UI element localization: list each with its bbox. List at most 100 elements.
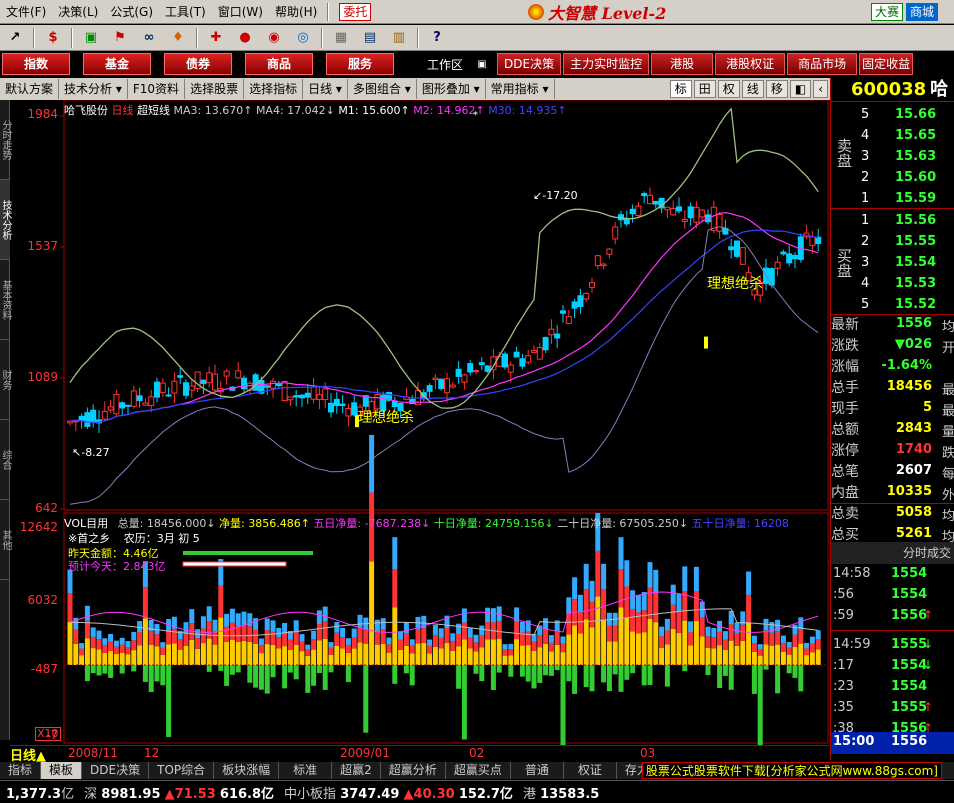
volume-bar (96, 649, 102, 665)
globe-icon[interactable]: ◎ (292, 28, 314, 48)
buy-price[interactable]: 15.55 (895, 231, 936, 252)
move-toggle[interactable]: 移 (765, 80, 788, 98)
volume-bar (421, 642, 427, 665)
dasai-button[interactable]: 大赛 (871, 3, 904, 21)
volume-bar (815, 630, 821, 640)
volume-bar (432, 624, 438, 635)
volume-bar (688, 632, 694, 646)
pin-icon[interactable]: ✚ (205, 28, 227, 48)
nav-fund[interactable]: 基金 (83, 53, 151, 75)
nav-fixed-income[interactable]: 固定收益 (859, 53, 914, 75)
circle-icon[interactable]: ◉ (263, 28, 285, 48)
volume-bar-negative (84, 665, 90, 682)
alert-icon[interactable]: ♦ (167, 28, 189, 48)
mark-toggle[interactable]: 标 (669, 80, 692, 98)
volume-bar (224, 626, 230, 642)
buy-price[interactable]: 15.52 (895, 294, 936, 315)
select-indicator-button[interactable]: 选择指标 (244, 79, 304, 99)
flag-icon[interactable]: ⚑ (109, 28, 131, 48)
chart-area[interactable]: * 哈飞股份 日线 超短线 MA3: 13.670↑ MA4: 17.042↓ … (10, 100, 829, 760)
btab-standard[interactable]: 标准 (279, 762, 333, 779)
menu-file[interactable]: 文件(F) (0, 1, 52, 23)
candle-body (351, 402, 358, 416)
workspace-dropdown-icon[interactable]: ▣ (475, 54, 489, 74)
books-icon[interactable]: ▥ (388, 28, 410, 48)
btab-chaoying-buy[interactable]: 超赢买点 (446, 762, 511, 779)
overlay-menu[interactable]: 图形叠加 ▾ (417, 79, 486, 99)
nav-commodity-market[interactable]: 商品市场 (787, 53, 858, 75)
x10-badge[interactable]: X10 (35, 727, 61, 741)
m2-value: M2: 14.962↑ (413, 104, 485, 117)
candle-body (647, 194, 653, 205)
sell-price[interactable]: 15.59 (895, 188, 936, 209)
promo-banner[interactable]: 股票公式股票软件下载[分析家公式网www.88gs.com] (641, 762, 942, 779)
stat-label: 现手 (831, 401, 859, 417)
buy-price[interactable]: 15.53 (895, 273, 936, 294)
rights-toggle[interactable]: 权 (717, 80, 740, 98)
nav-bond[interactable]: 债券 (164, 53, 232, 75)
btab-dde[interactable]: DDE决策 (82, 762, 150, 779)
nav-dde[interactable]: DDE决策 (497, 53, 562, 75)
menu-decision[interactable]: 决策(L) (52, 1, 104, 23)
board-icon[interactable]: ▣ (80, 28, 102, 48)
volume-bar (508, 649, 514, 656)
binoculars-icon[interactable]: ∞ (138, 28, 160, 48)
common-indicator-menu[interactable]: 常用指标 ▾ (486, 79, 555, 99)
nav-toggle[interactable]: ‹ (813, 80, 828, 98)
btab-warrant[interactable]: 权证 (564, 762, 617, 779)
volume-bar (467, 628, 473, 638)
menu-tools[interactable]: 工具(T) (159, 1, 212, 23)
sai-icon[interactable]: ● (234, 28, 256, 48)
period-menu[interactable]: 日线 ▾ (303, 79, 348, 99)
candle-body (84, 412, 91, 427)
weituo-button[interactable]: 委托 (339, 2, 372, 21)
ticks-title[interactable]: 分时成交 (831, 542, 954, 564)
buy-price[interactable]: 15.54 (895, 252, 936, 273)
sell-price[interactable]: 15.65 (895, 125, 936, 146)
default-scheme[interactable]: 默认方案 (0, 79, 60, 99)
nav-commodity[interactable]: 商品 (245, 53, 313, 75)
f10-button[interactable]: F10资料 (128, 79, 186, 99)
menu-formula[interactable]: 公式(G) (104, 1, 159, 23)
select-stock-button[interactable]: 选择股票 (185, 79, 245, 99)
sell-price[interactable]: 15.60 (895, 167, 936, 188)
volume-bar (427, 653, 433, 665)
volume-bar (131, 640, 137, 651)
btab-sector[interactable]: 板块涨幅 (214, 762, 280, 779)
volume-bar (780, 642, 786, 652)
multi-chart-menu[interactable]: 多图组合 ▾ (348, 79, 417, 99)
line-toggle[interactable]: 线 (741, 80, 764, 98)
cursor-icon[interactable]: ↗ (4, 28, 26, 48)
nav-index[interactable]: 指数 (2, 53, 70, 75)
menu-window[interactable]: 窗口(W) (212, 1, 269, 23)
btab-chaoying-analysis[interactable]: 超赢分析 (381, 762, 446, 779)
dollar-icon[interactable]: $ (42, 28, 64, 48)
workspace-label[interactable]: 工作区 (415, 56, 475, 73)
btab-template[interactable]: 模板 (41, 762, 83, 779)
tech-analysis-menu[interactable]: 技术分析 ▾ (59, 79, 128, 99)
sell-price[interactable]: 15.66 (895, 104, 936, 125)
nav-main-monitor[interactable]: 主力实时监控 (563, 53, 650, 75)
grid-toggle[interactable]: 田 (693, 80, 716, 98)
panel-toggle[interactable]: ◧ (789, 80, 812, 98)
btab-chaoying2[interactable]: 超赢2 (332, 762, 381, 779)
ticker-sz-index: 8981.95 (101, 786, 161, 802)
btab-indicator[interactable]: 指标 (0, 762, 42, 779)
menu-help[interactable]: 帮助(H) (269, 1, 323, 23)
shangcheng-button[interactable]: 商城 (906, 3, 939, 21)
nav-hk-warrants[interactable]: 港股权证 (715, 53, 786, 75)
nav-service[interactable]: 服务 (326, 53, 394, 75)
kline-chart[interactable]: * (10, 100, 829, 745)
vtab-basic[interactable]: 基本资料 (0, 260, 11, 340)
vtab-composite[interactable]: 综合 (0, 420, 11, 500)
volume-bar (160, 642, 166, 648)
calculator-icon[interactable]: ▦ (330, 28, 352, 48)
btab-top[interactable]: TOP综合 (149, 762, 215, 779)
sell-price[interactable]: 15.63 (895, 146, 936, 167)
help-icon[interactable]: ? (426, 28, 448, 48)
nav-hk-stocks[interactable]: 港股 (651, 53, 714, 75)
buy-price[interactable]: 15.56 (895, 210, 936, 231)
btab-normal[interactable]: 普通 (511, 762, 564, 779)
monitor-icon[interactable]: ▤ (359, 28, 381, 48)
overlay-lunar: 农历：3月 初 5 (123, 532, 200, 545)
